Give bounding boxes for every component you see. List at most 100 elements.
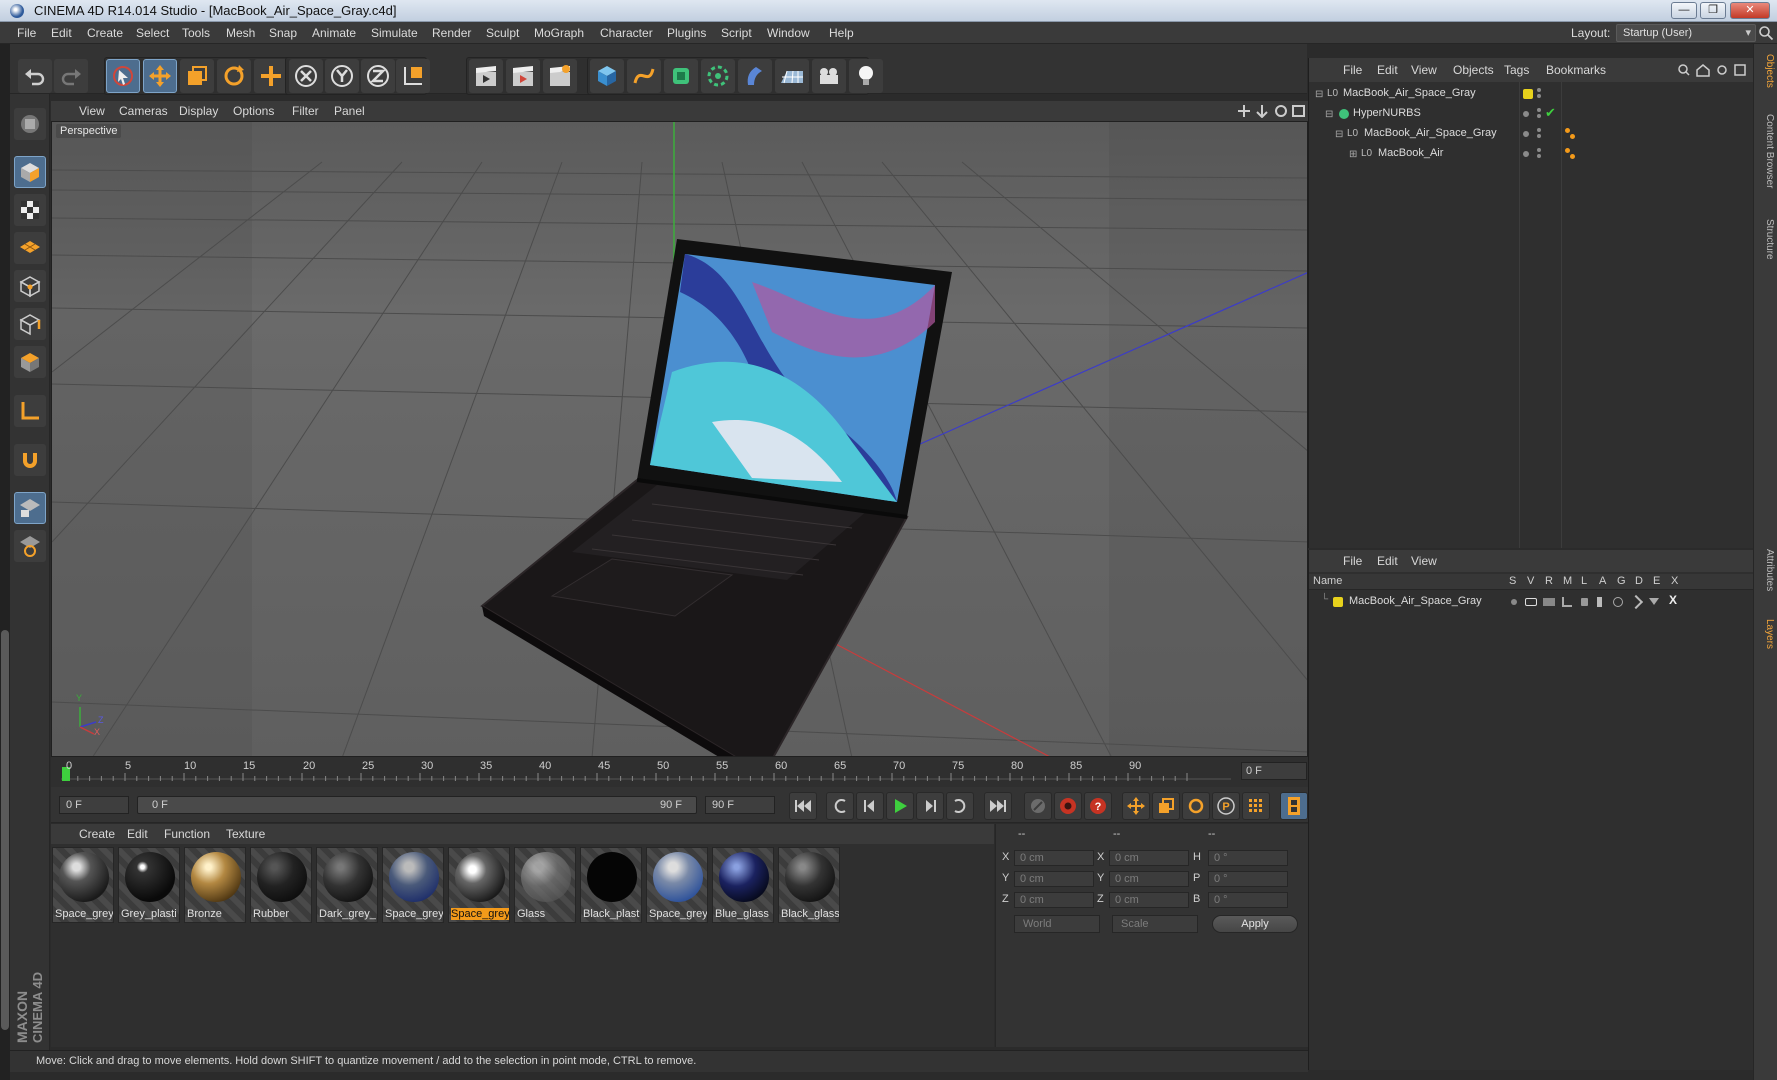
material-swatch[interactable]: Blue_glass xyxy=(712,847,774,923)
add-spline-button[interactable] xyxy=(627,59,661,93)
size-y-field[interactable]: 0 cm xyxy=(1109,871,1189,887)
current-frame-field[interactable]: 0 F xyxy=(1241,762,1307,780)
render-settings-button[interactable] xyxy=(543,59,577,93)
soft-selection-button[interactable] xyxy=(14,530,46,562)
previous-key-button[interactable] xyxy=(826,792,854,820)
x-axis-lock-button[interactable] xyxy=(289,59,323,93)
layer-menu-edit[interactable]: Edit xyxy=(1377,554,1398,568)
lock-icon[interactable] xyxy=(1581,598,1588,606)
om-menu-bookmarks[interactable]: Bookmarks xyxy=(1546,63,1606,77)
menu-mograph[interactable]: MoGraph xyxy=(534,26,584,40)
menu-character[interactable]: Character xyxy=(600,26,653,40)
render-dot[interactable] xyxy=(1537,154,1541,158)
column-xref[interactable]: X xyxy=(1671,575,1678,587)
size-z-field[interactable]: 0 cm xyxy=(1109,892,1189,908)
material-tag-icon[interactable] xyxy=(1570,154,1575,159)
object-row[interactable]: ⊞ L0 MacBook_Air xyxy=(1309,144,1754,164)
material-swatch[interactable]: Space_grey xyxy=(52,847,114,923)
layer-color-swatch[interactable] xyxy=(1333,597,1343,607)
frame-range-slider[interactable]: 0 F 90 F xyxy=(137,796,697,814)
viewport-nav-icons[interactable] xyxy=(1237,104,1307,118)
menu-simulate[interactable]: Simulate xyxy=(371,26,418,40)
layout-dropdown[interactable]: Startup (User) xyxy=(1616,24,1756,42)
material-menu-function[interactable]: Function xyxy=(164,827,210,841)
view-eye-icon[interactable] xyxy=(1525,598,1537,606)
minimize-button[interactable]: — xyxy=(1671,2,1697,19)
menu-help[interactable]: Help xyxy=(829,26,854,40)
xref-x-icon[interactable]: X xyxy=(1669,593,1677,607)
tab-objects[interactable]: Objects xyxy=(1757,54,1775,88)
render-view-button[interactable] xyxy=(469,59,503,93)
rot-p-field[interactable]: 0 ° xyxy=(1208,871,1288,887)
rotate-tool-button[interactable] xyxy=(217,59,251,93)
go-to-start-button[interactable] xyxy=(789,792,817,820)
layer-menu-file[interactable]: File xyxy=(1343,554,1362,568)
menu-sculpt[interactable]: Sculpt xyxy=(486,26,519,40)
size-x-field[interactable]: 0 cm xyxy=(1109,850,1189,866)
record-active-objects-button[interactable] xyxy=(1024,792,1052,820)
undo-button[interactable] xyxy=(18,59,52,93)
go-to-end-button[interactable] xyxy=(984,792,1012,820)
timeline-scheme-button[interactable] xyxy=(1280,792,1308,820)
animation-film-icon[interactable] xyxy=(1597,597,1602,607)
timeline-ruler[interactable]: 0 5 10 15 20 25 30 35 40 45 50 55 60 65 … xyxy=(61,757,1231,787)
menu-select[interactable]: Select xyxy=(136,26,169,40)
key-position-button[interactable] xyxy=(1122,792,1150,820)
workplane-lock-button[interactable] xyxy=(14,492,46,524)
coordinate-space-dropdown[interactable]: World xyxy=(1014,915,1100,933)
workplane-mode-button[interactable] xyxy=(14,232,46,264)
material-tag-icon[interactable] xyxy=(1570,134,1575,139)
viewport-menu-panel[interactable]: Panel xyxy=(334,104,365,118)
texture-mode-button[interactable] xyxy=(14,194,46,226)
om-menu-view[interactable]: View xyxy=(1411,63,1437,77)
menu-window[interactable]: Window xyxy=(767,26,810,40)
object-row[interactable]: ⊟ L0 MacBook_Air_Space_Gray xyxy=(1309,84,1754,104)
visibility-dot[interactable] xyxy=(1537,88,1541,92)
om-menu-edit[interactable]: Edit xyxy=(1377,63,1398,77)
add-deformer-button[interactable] xyxy=(738,59,772,93)
add-array-button[interactable] xyxy=(701,59,735,93)
render-dot[interactable] xyxy=(1537,114,1541,118)
coordinate-system-button[interactable] xyxy=(396,59,430,93)
material-swatch[interactable]: Space_grey xyxy=(448,847,510,923)
om-menu-tags[interactable]: Tags xyxy=(1504,63,1529,77)
search-icon[interactable] xyxy=(1758,25,1774,41)
editor-dot[interactable] xyxy=(1537,128,1541,132)
material-swatch[interactable]: Grey_plasti xyxy=(118,847,180,923)
rot-b-field[interactable]: 0 ° xyxy=(1208,892,1288,908)
end-frame-field[interactable]: 90 F xyxy=(705,796,775,814)
solo-dot[interactable] xyxy=(1511,599,1517,605)
tab-structure[interactable]: Structure xyxy=(1757,219,1775,260)
editor-dot[interactable] xyxy=(1537,148,1541,152)
pos-y-field[interactable]: 0 cm xyxy=(1014,871,1094,887)
start-frame-field[interactable]: 0 F xyxy=(59,796,129,814)
perspective-viewport[interactable]: Perspective Y Z X xyxy=(51,121,1308,757)
column-generators[interactable]: G xyxy=(1617,575,1626,587)
material-swatch[interactable]: Glass xyxy=(514,847,576,923)
viewport-menu-filter[interactable]: Filter xyxy=(292,104,319,118)
tab-content-browser[interactable]: Content Browser xyxy=(1757,114,1775,188)
previous-frame-button[interactable] xyxy=(856,792,884,820)
column-manager[interactable]: M xyxy=(1563,575,1572,587)
material-tag-icon[interactable] xyxy=(1565,128,1570,133)
column-animation[interactable]: A xyxy=(1599,575,1606,587)
menu-animate[interactable]: Animate xyxy=(312,26,356,40)
render-clapper-icon[interactable] xyxy=(1543,598,1555,606)
material-menu-create[interactable]: Create xyxy=(79,827,115,841)
generators-icon[interactable] xyxy=(1613,597,1623,607)
rot-h-field[interactable]: 0 ° xyxy=(1208,850,1288,866)
object-row[interactable]: ⊟ L0 MacBook_Air_Space_Gray xyxy=(1309,124,1754,144)
column-name[interactable]: Name xyxy=(1313,575,1342,587)
render-dot[interactable] xyxy=(1537,94,1541,98)
menu-tools[interactable]: Tools xyxy=(182,26,210,40)
menu-script[interactable]: Script xyxy=(721,26,752,40)
add-light-button[interactable] xyxy=(849,59,883,93)
om-menu-file[interactable]: File xyxy=(1343,63,1362,77)
render-dot[interactable] xyxy=(1537,134,1541,138)
material-menu-texture[interactable]: Texture xyxy=(226,827,265,841)
column-deformers[interactable]: D xyxy=(1635,575,1643,587)
om-menu-objects[interactable]: Objects xyxy=(1453,63,1494,77)
left-scrollbar[interactable] xyxy=(1,630,9,1030)
visibility-dot[interactable] xyxy=(1523,111,1529,117)
y-axis-lock-button[interactable] xyxy=(325,59,359,93)
